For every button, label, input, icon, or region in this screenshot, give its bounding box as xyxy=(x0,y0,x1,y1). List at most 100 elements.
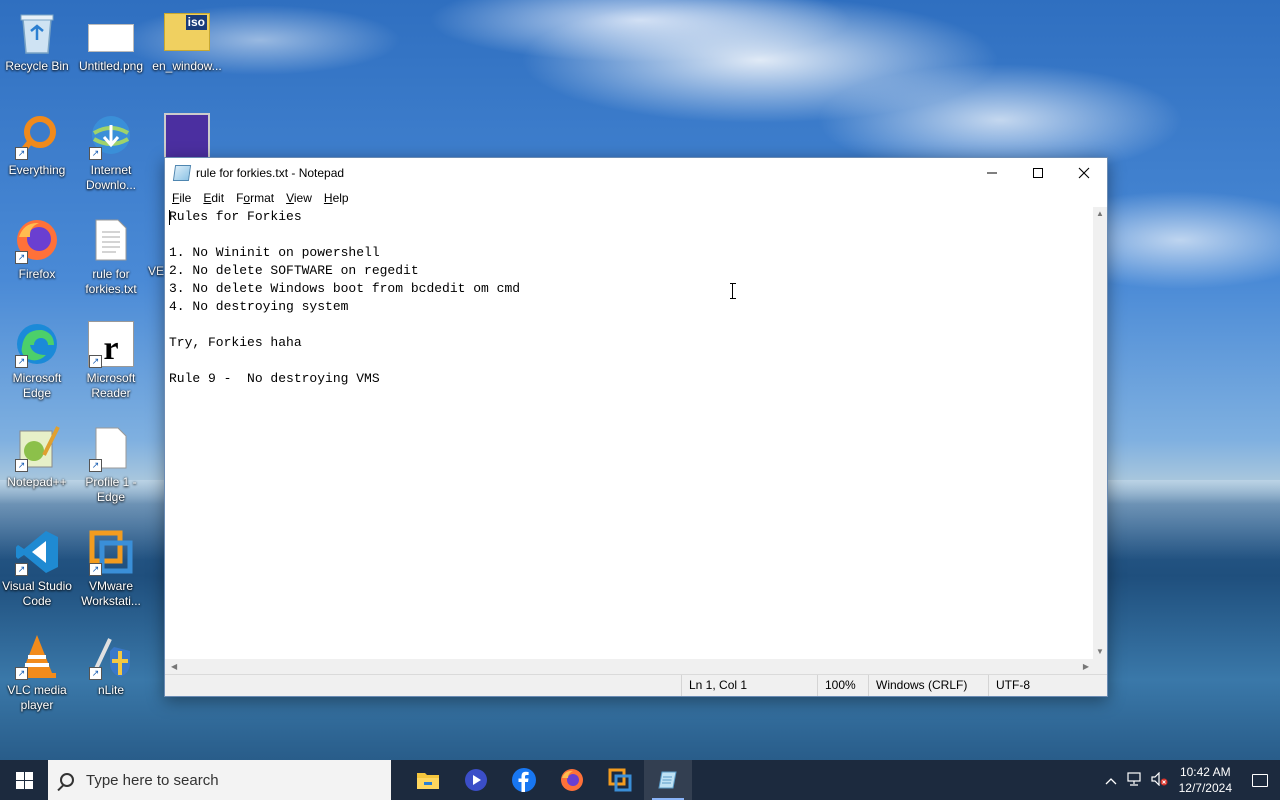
horizontal-scrollbar[interactable]: ◀ ▶ xyxy=(165,659,1095,674)
search-icon xyxy=(60,773,74,787)
status-zoom: 100% xyxy=(817,675,869,696)
nlite-shield-icon: ↗ xyxy=(87,632,135,680)
menu-help[interactable]: Help xyxy=(318,191,355,205)
volume-muted-icon[interactable] xyxy=(1147,771,1171,789)
vmware-icon xyxy=(608,768,632,792)
desktop-icon-vlc[interactable]: ↗ VLC media player xyxy=(0,632,74,713)
vlc-cone-icon: ↗ xyxy=(13,632,61,680)
desktop-icon-microsoft-edge[interactable]: ↗ Microsoft Edge xyxy=(0,320,74,401)
vscode-icon: ↗ xyxy=(13,528,61,576)
taskbar-firefox[interactable] xyxy=(548,760,596,800)
maximize-icon xyxy=(1033,168,1043,178)
menu-format[interactable]: Format xyxy=(230,191,280,205)
menu-edit[interactable]: Edit xyxy=(197,191,230,205)
desktop-icon-untitled-png[interactable]: Untitled.png xyxy=(74,8,148,74)
text-editor[interactable]: Rules for Forkies 1. No Wininit on power… xyxy=(165,207,1095,659)
system-tray: 10:42 AM 12/7/2024 xyxy=(1099,760,1280,800)
firefox-icon xyxy=(561,769,583,791)
taskbar-vmware[interactable] xyxy=(596,760,644,800)
shortcut-arrow-icon: ↗ xyxy=(15,355,28,368)
desktop-icon-en-windows-iso[interactable]: iso en_window... xyxy=(150,8,224,74)
desktop-icon-recycle-bin[interactable]: Recycle Bin xyxy=(0,8,74,74)
folder-icon xyxy=(417,773,439,789)
desktop-icon-label: VMware Workstati... xyxy=(81,579,141,608)
desktop-icon-label: Everything xyxy=(8,163,66,177)
start-button[interactable] xyxy=(0,760,48,800)
network-icon[interactable] xyxy=(1123,771,1147,789)
menu-file[interactable]: File xyxy=(166,191,197,205)
desktop-icon-profile-edge[interactable]: ↗ Profile 1 - Edge xyxy=(74,424,148,505)
shortcut-arrow-icon: ↗ xyxy=(15,251,28,264)
facebook-icon xyxy=(512,768,536,792)
text-file-icon xyxy=(87,216,135,264)
desktop-icon-microsoft-reader[interactable]: r ↗ Microsoft Reader xyxy=(74,320,148,401)
shortcut-arrow-icon: ↗ xyxy=(89,667,102,680)
desktop-icon-label: Firefox xyxy=(18,267,56,281)
notepad-icon xyxy=(658,771,677,789)
desktop-icon-firefox[interactable]: ↗ Firefox xyxy=(0,216,74,282)
close-button[interactable] xyxy=(1061,158,1107,188)
shortcut-arrow-icon: ↗ xyxy=(89,459,102,472)
taskbar-clipchamp[interactable] xyxy=(452,760,500,800)
ibeam-cursor-icon xyxy=(730,283,736,299)
taskbar: Type here to search 10:42 AM 12/7/2024 xyxy=(0,760,1280,800)
reader-icon: r ↗ xyxy=(87,320,135,368)
search-placeholder: Type here to search xyxy=(86,771,219,789)
scroll-up-icon[interactable]: ▲ xyxy=(1093,207,1107,221)
taskbar-search-box[interactable]: Type here to search xyxy=(48,760,391,800)
everything-search-icon: ↗ xyxy=(13,112,61,160)
shortcut-arrow-icon: ↗ xyxy=(15,667,28,680)
desktop-icon-label: Untitled.png xyxy=(78,59,144,73)
desktop-icon-label: Profile 1 - Edge xyxy=(85,475,137,504)
taskbar-clock[interactable]: 10:42 AM 12/7/2024 xyxy=(1171,764,1240,796)
vmware-icon: ↗ xyxy=(87,528,135,576)
recycle-bin-icon xyxy=(13,8,61,56)
scrollbar-corner xyxy=(1093,659,1107,674)
desktop-icon-vmware[interactable]: ↗ VMware Workstati... xyxy=(74,528,148,609)
clock-date: 12/7/2024 xyxy=(1178,781,1232,795)
desktop-icon-vscode[interactable]: ↗ Visual Studio Code xyxy=(0,528,74,609)
status-encoding: UTF-8 xyxy=(988,675,1106,696)
window-title: rule for forkies.txt - Notepad xyxy=(196,166,345,180)
desktop-icon-label: Internet Downlo... xyxy=(85,163,137,192)
iso-file-icon: iso xyxy=(163,8,211,56)
desktop-icon-cpu-app[interactable] xyxy=(150,112,224,163)
title-bar[interactable]: rule for forkies.txt - Notepad xyxy=(165,158,1107,188)
desktop-icon-internet-download-manager[interactable]: ↗ Internet Downlo... xyxy=(74,112,148,193)
scroll-down-icon[interactable]: ▼ xyxy=(1093,645,1107,659)
status-cursor-position: Ln 1, Col 1 xyxy=(681,675,815,696)
desktop-icon-everything[interactable]: ↗ Everything xyxy=(0,112,74,178)
desktop-icon-label: en_window... xyxy=(152,59,222,73)
notepad-plus-plus-icon: ↗ xyxy=(13,424,61,472)
desktop-icon-label: Recycle Bin xyxy=(5,59,69,73)
edge-icon: ↗ xyxy=(13,320,61,368)
status-line-ending: Windows (CRLF) xyxy=(868,675,988,696)
vertical-scrollbar[interactable]: ▲ ▼ xyxy=(1093,207,1107,659)
desktop-icon-notepad-plus-plus[interactable]: ↗ Notepad++ xyxy=(0,424,74,490)
desktop-icon-ve-partial[interactable]: VE xyxy=(134,264,164,279)
firefox-icon: ↗ xyxy=(13,216,61,264)
desktop-icon-label: VLC media player xyxy=(7,683,67,712)
taskbar-notepad[interactable] xyxy=(644,760,692,800)
shortcut-arrow-icon: ↗ xyxy=(89,355,102,368)
clock-time: 10:42 AM xyxy=(1179,765,1231,779)
maximize-button[interactable] xyxy=(1015,158,1061,188)
status-bar: Ln 1, Col 1 100% Windows (CRLF) UTF-8 xyxy=(165,674,1107,696)
minimize-button[interactable] xyxy=(969,158,1015,188)
shortcut-arrow-icon: ↗ xyxy=(15,147,28,160)
windows-logo-icon xyxy=(15,771,33,789)
taskbar-facebook[interactable] xyxy=(500,760,548,800)
taskbar-file-explorer[interactable] xyxy=(404,760,452,800)
scroll-left-icon[interactable]: ◀ xyxy=(171,662,177,671)
desktop-icon-rule-for-forkies[interactable]: rule for forkies.txt xyxy=(74,216,148,297)
chevron-up-icon[interactable] xyxy=(1099,773,1123,788)
notification-center-button[interactable] xyxy=(1240,773,1280,787)
close-icon xyxy=(1078,167,1090,179)
blank-file-icon: ↗ xyxy=(87,424,135,472)
minimize-icon xyxy=(987,172,997,174)
desktop-icon-nlite[interactable]: ↗ nLite xyxy=(74,632,148,698)
shortcut-arrow-icon: ↗ xyxy=(89,147,102,160)
scroll-right-icon[interactable]: ▶ xyxy=(1083,662,1089,671)
menu-view[interactable]: View xyxy=(280,191,318,205)
notepad-window[interactable]: rule for forkies.txt - Notepad File Edit… xyxy=(164,157,1108,697)
